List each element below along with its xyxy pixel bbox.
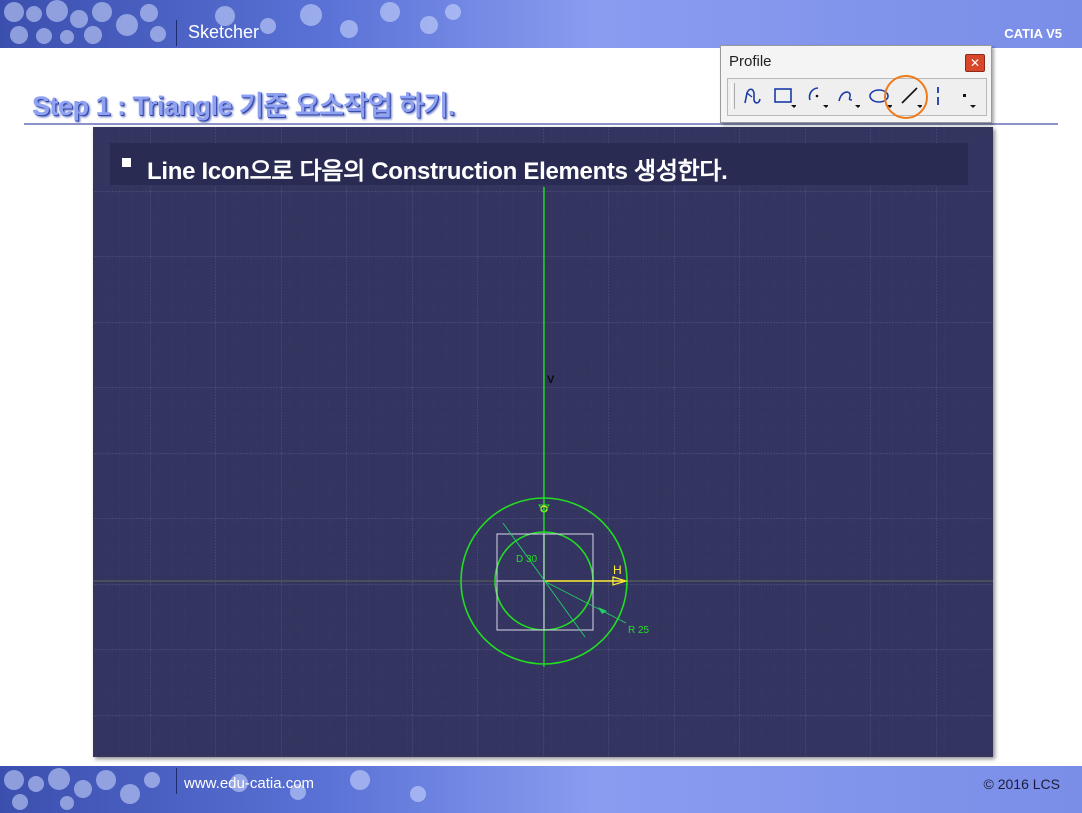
sketch-canvas[interactable]: V H D 30 R 25 — [93, 127, 993, 757]
profile-toolbar[interactable]: Profile ✕ — [720, 45, 992, 123]
axis-icon[interactable] — [926, 83, 950, 109]
title-rule — [24, 123, 1058, 125]
header-title: Sketcher — [188, 22, 260, 42]
diameter-label: D 30 — [516, 554, 538, 565]
step-title: Step 1 : Triangle 기준 요소작업 하기. — [32, 91, 455, 121]
sketch-drawing: V H D 30 R 25 — [93, 127, 993, 757]
spline-icon[interactable] — [836, 83, 860, 109]
header-divider — [176, 20, 177, 46]
caption-text: Line Icon으로 다음의 Construction Elements 생성… — [147, 158, 728, 185]
toolbar-button-row — [727, 78, 987, 116]
highlight-circle — [884, 75, 928, 119]
point-icon[interactable] — [954, 83, 978, 109]
arc-icon[interactable] — [804, 83, 828, 109]
brand-label: CATIA V5 — [1004, 26, 1062, 41]
footer-url[interactable]: www.edu-catia.com — [184, 775, 314, 792]
footer-band — [0, 766, 1082, 813]
profile-icon[interactable] — [740, 83, 764, 109]
close-icon[interactable]: ✕ — [965, 54, 985, 72]
rectangle-icon[interactable] — [772, 83, 796, 109]
v-axis-label: V — [547, 374, 555, 386]
bullet-icon — [122, 158, 131, 167]
h-axis-label: H — [613, 563, 622, 577]
footer-divider — [176, 768, 177, 794]
footer-copyright: © 2016 LCS — [983, 776, 1060, 792]
radius-label: R 25 — [628, 625, 650, 636]
toolbar-title: Profile — [729, 53, 772, 70]
header-band — [0, 0, 1082, 48]
